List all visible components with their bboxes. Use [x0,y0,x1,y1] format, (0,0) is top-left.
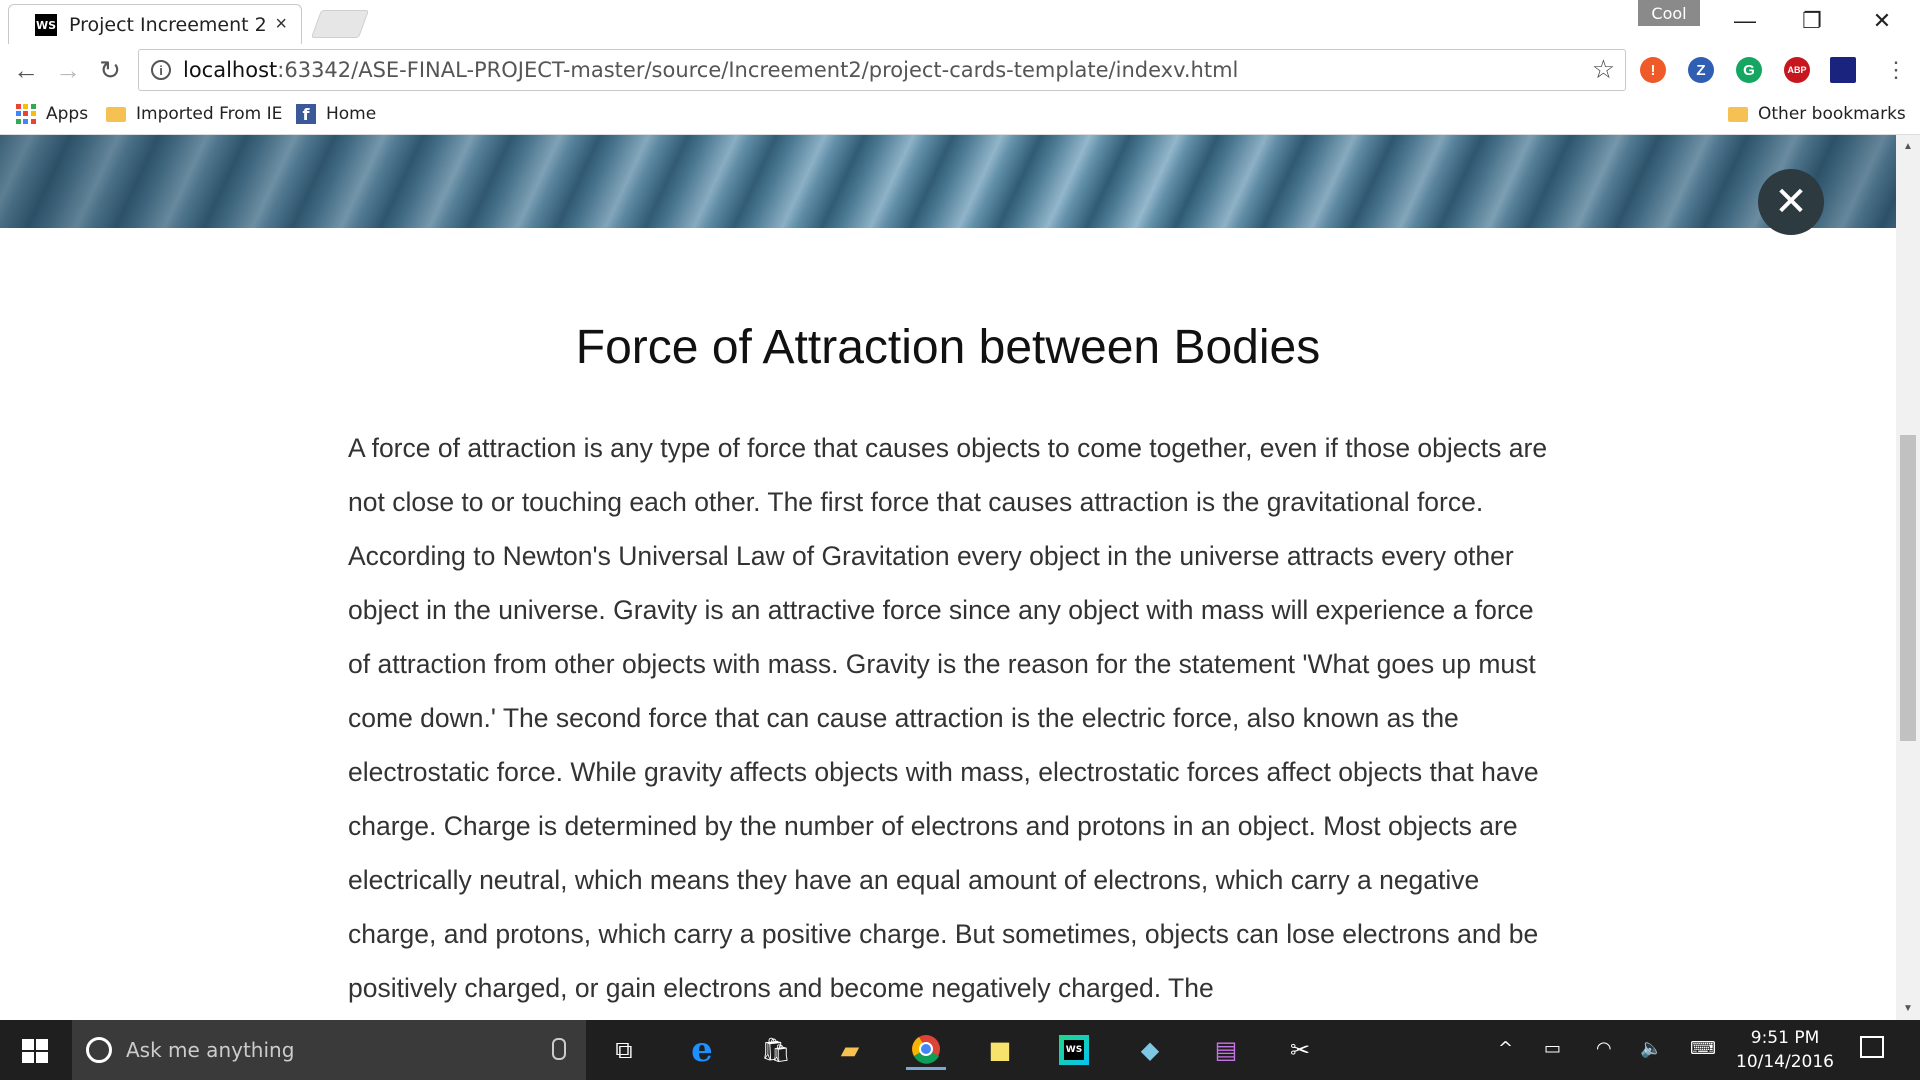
chrome-icon[interactable] [906,1030,946,1070]
alert-extension-icon[interactable]: ! [1640,57,1666,83]
webstorm-icon[interactable]: WS [1054,1030,1094,1070]
bookmarks-bar: Apps Imported From IE f Home Other bookm… [0,96,1920,135]
back-arrow-icon[interactable]: ← [10,54,42,86]
bookmark-imported-from-ie[interactable]: Imported From IE [106,104,282,124]
bookmark-home-label: Home [326,104,377,124]
hero-banner-image [0,135,1896,228]
paint-tool-icon[interactable]: ✂ [1280,1030,1320,1070]
webstorm-favicon-icon: WS [35,14,57,36]
url-host: localhost [183,58,278,82]
clock-time: 9:51 PM [1750,1028,1820,1048]
taskbar-clock[interactable]: 9:51 PM 10/14/2016 [1720,1026,1850,1074]
flag-extension-icon[interactable] [1830,57,1856,83]
cortana-icon [86,1037,112,1063]
clock-date: 10/14/2016 [1736,1052,1834,1072]
edge-browser-icon[interactable]: e [682,1030,722,1070]
bookmark-other[interactable]: Other bookmarks [1728,104,1906,124]
cortana-search-box[interactable]: Ask me anything [72,1020,586,1080]
file-explorer-icon[interactable]: ▰ [830,1030,870,1070]
tab-title: Project Increement 2 [69,14,267,36]
volume-icon[interactable]: 🔈 [1640,1038,1662,1059]
windows-start-icon[interactable] [22,1039,48,1063]
info-icon[interactable]: i [151,60,171,80]
folder-icon [106,106,126,122]
close-window-button[interactable]: ✕ [1852,0,1912,42]
forward-arrow-icon[interactable]: → [52,54,84,86]
folder-icon [1728,106,1748,122]
restore-button[interactable]: ❐ [1782,0,1842,42]
scrollbar-thumb[interactable] [1900,435,1916,741]
show-hidden-icons-chevron-icon[interactable]: ^ [1498,1038,1513,1059]
microphone-icon[interactable] [552,1038,566,1060]
page-viewport: ✕ Force of Attraction between Bodies A f… [0,135,1896,1020]
profile-badge[interactable]: Cool [1638,0,1700,26]
address-bar[interactable]: i localhost:63342/ASE-FINAL-PROJECT-mast… [138,49,1626,91]
task-view-icon[interactable]: ⧉ [604,1030,644,1070]
bookmark-apps-label: Apps [46,104,89,124]
browser-toolbar: ← → ↻ i localhost:63342/ASE-FINAL-PROJEC… [0,44,1920,96]
bookmark-imported-label: Imported From IE [136,104,283,124]
adblock-extension-icon[interactable]: ABP [1784,57,1810,83]
reload-icon[interactable]: ↻ [94,54,126,86]
url-path: :63342/ASE-FINAL-PROJECT-master/source/I… [277,58,1239,82]
apps-grid-icon [16,104,36,124]
wifi-icon[interactable]: ◠ [1596,1038,1612,1059]
grammarly-extension-icon[interactable]: G [1736,57,1762,83]
sticky-notes-icon[interactable]: ■ [980,1030,1020,1070]
bookmark-apps[interactable]: Apps [16,104,88,124]
winrar-icon[interactable]: ▤ [1206,1030,1246,1070]
article-title: Force of Attraction between Bodies [575,321,1321,374]
browser-titlebar: WS Project Increement 2 × Cool — ❐ ✕ [0,0,1920,45]
tab-close-icon[interactable]: × [275,13,287,36]
app-crystal-icon[interactable]: ◆ [1130,1030,1170,1070]
keyboard-icon[interactable]: ⌨ [1690,1038,1716,1059]
scroll-up-arrow-icon[interactable]: ▲ [1903,141,1913,152]
page-scrollbar[interactable]: ▲ ▼ [1896,135,1920,1020]
zotero-extension-icon[interactable]: Z [1688,57,1714,83]
article-body: A force of attraction is any type of for… [348,433,1548,1003]
store-icon[interactable]: 🛍 [756,1030,796,1070]
bookmark-home[interactable]: f Home [296,104,376,124]
scroll-down-arrow-icon[interactable]: ▼ [1903,1003,1913,1014]
search-placeholder: Ask me anything [126,1038,295,1062]
url-text[interactable]: localhost:63342/ASE-FINAL-PROJECT-master… [183,58,1238,82]
minimize-button[interactable]: — [1715,0,1775,42]
notifications-icon[interactable] [1860,1036,1884,1058]
bookmark-other-label: Other bookmarks [1758,104,1906,124]
new-tab-button[interactable] [310,10,370,38]
windows-taskbar: Ask me anything ⧉ e 🛍 ▰ ■ WS ◆ ▤ ✂ ^ ▭ ◠… [0,1020,1920,1080]
close-card-button[interactable]: ✕ [1758,169,1824,235]
menu-kebab-icon[interactable]: ⋮ [1880,54,1912,86]
facebook-icon: f [296,104,316,124]
bookmark-star-icon[interactable]: ☆ [1592,54,1615,85]
browser-tab[interactable]: WS Project Increement 2 × [8,4,302,45]
battery-icon[interactable]: ▭ [1544,1038,1561,1059]
